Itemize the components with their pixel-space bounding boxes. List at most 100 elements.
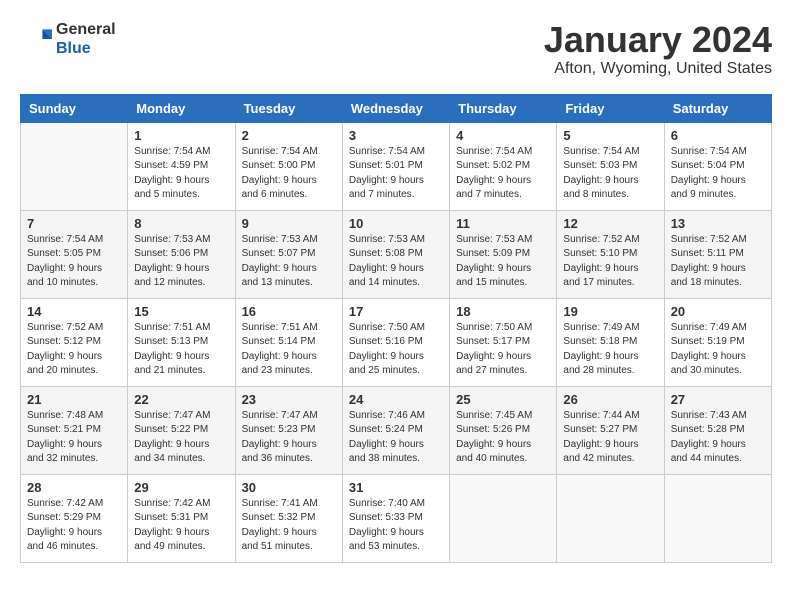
calendar-cell: 17Sunrise: 7:50 AMSunset: 5:16 PMDayligh… (342, 298, 449, 386)
day-number: 16 (242, 304, 336, 319)
day-number: 11 (456, 216, 550, 231)
calendar-cell: 11 Sunrise: 7:53 AMSunset: 5:09 PMDayligh… (450, 210, 557, 298)
day-number: 15 (134, 304, 228, 319)
weekday-header-tuesday: Tuesday (235, 94, 342, 122)
day-number: 5 (563, 128, 657, 143)
calendar-cell: 2 Sunrise: 7:54 AMSunset: 5:00 PMDaylight… (235, 122, 342, 210)
day-detail: Sunrise: 7:52 AMSunset: 5:11 PMDaylight:… (671, 233, 765, 291)
calendar-week-2: 7 Sunrise: 7:54 AMSunset: 5:05 PMDaylight… (21, 210, 772, 298)
day-detail: Sunrise: 7:54 AMSunset: 5:01 PMDaylight:… (349, 145, 443, 203)
day-number: 7 (27, 216, 121, 231)
day-number: 18 (456, 304, 550, 319)
calendar-cell (21, 122, 128, 210)
day-number: 22 (134, 392, 228, 407)
calendar-cell: 8 Sunrise: 7:53 AMSunset: 5:06 PMDaylight… (128, 210, 235, 298)
calendar-cell: 10Sunrise: 7:53 AMSunset: 5:08 PMDayligh… (342, 210, 449, 298)
calendar-cell: 4 Sunrise: 7:54 AMSunset: 5:02 PMDaylight… (450, 122, 557, 210)
logo-icon (20, 23, 52, 55)
day-detail: Sunrise: 7:54 AMSunset: 5:00 PMDaylight:… (242, 145, 336, 203)
calendar-week-3: 14 Sunrise: 7:52 AMSunset: 5:12 PMDayligh… (21, 298, 772, 386)
calendar-body: 1Sunrise: 7:54 AMSunset: 4:59 PMDaylight… (21, 122, 772, 562)
day-number: 25 (456, 392, 550, 407)
calendar-cell: 5 Sunrise: 7:54 AMSunset: 5:03 PMDaylight… (557, 122, 664, 210)
calendar-cell: 20 Sunrise: 7:49 AMSunset: 5:19 PMDayligh… (664, 298, 771, 386)
calendar-cell: 28 Sunrise: 7:42 AMSunset: 5:29 PMDayligh… (21, 474, 128, 562)
location-title: Afton, Wyoming, United States (544, 60, 772, 78)
day-detail: Sunrise: 7:54 AMSunset: 5:02 PMDaylight:… (456, 145, 550, 203)
month-title: January 2024 (544, 20, 772, 60)
day-detail: Sunrise: 7:43 AMSunset: 5:28 PMDaylight:… (671, 409, 765, 467)
day-detail: Sunrise: 7:53 AMSunset: 5:07 PMDaylight:… (242, 233, 336, 291)
day-detail: Sunrise: 7:42 AMSunset: 5:29 PMDaylight:… (27, 497, 121, 555)
day-detail: Sunrise: 7:53 AMSunset: 5:09 PMDaylight:… (456, 233, 550, 291)
day-number: 14 (27, 304, 121, 319)
day-detail: Sunrise: 7:54 AMSunset: 5:03 PMDaylight:… (563, 145, 657, 203)
calendar-cell (557, 474, 664, 562)
calendar-cell: 21 Sunrise: 7:48 AMSunset: 5:21 PMDayligh… (21, 386, 128, 474)
weekday-header-monday: Monday (128, 94, 235, 122)
day-detail: Sunrise: 7:45 AMSunset: 5:26 PMDaylight:… (456, 409, 550, 467)
calendar-cell: 13 Sunrise: 7:52 AMSunset: 5:11 PMDayligh… (664, 210, 771, 298)
calendar-cell: 3 Sunrise: 7:54 AMSunset: 5:01 PMDaylight… (342, 122, 449, 210)
weekday-header-friday: Friday (557, 94, 664, 122)
day-detail: Sunrise: 7:54 AMSunset: 5:05 PMDaylight:… (27, 233, 121, 291)
day-detail: Sunrise: 7:54 AMSunset: 5:04 PMDaylight:… (671, 145, 765, 203)
weekday-header-wednesday: Wednesday (342, 94, 449, 122)
calendar-cell: 22 Sunrise: 7:47 AMSunset: 5:22 PMDayligh… (128, 386, 235, 474)
calendar-cell: 29Sunrise: 7:42 AMSunset: 5:31 PMDayligh… (128, 474, 235, 562)
day-detail: Sunrise: 7:47 AMSunset: 5:23 PMDaylight:… (242, 409, 336, 467)
day-number: 13 (671, 216, 765, 231)
day-detail: Sunrise: 7:51 AMSunset: 5:13 PMDaylight:… (134, 321, 228, 379)
day-number: 24 (349, 392, 443, 407)
day-detail: Sunrise: 7:53 AMSunset: 5:08 PMDaylight:… (349, 233, 443, 291)
day-detail: Sunrise: 7:52 AMSunset: 5:10 PMDaylight:… (563, 233, 657, 291)
calendar-cell: 1Sunrise: 7:54 AMSunset: 4:59 PMDaylight… (128, 122, 235, 210)
day-number: 26 (563, 392, 657, 407)
day-number: 23 (242, 392, 336, 407)
day-detail: Sunrise: 7:51 AMSunset: 5:14 PMDaylight:… (242, 321, 336, 379)
day-number: 28 (27, 480, 121, 495)
day-number: 6 (671, 128, 765, 143)
logo-text: General Blue (56, 20, 116, 58)
day-detail: Sunrise: 7:49 AMSunset: 5:18 PMDaylight:… (563, 321, 657, 379)
day-number: 19 (563, 304, 657, 319)
day-detail: Sunrise: 7:49 AMSunset: 5:19 PMDaylight:… (671, 321, 765, 379)
day-detail: Sunrise: 7:52 AMSunset: 5:12 PMDaylight:… (27, 321, 121, 379)
day-number: 3 (349, 128, 443, 143)
day-number: 21 (27, 392, 121, 407)
day-detail: Sunrise: 7:54 AMSunset: 4:59 PMDaylight:… (134, 145, 228, 203)
weekday-header-saturday: Saturday (664, 94, 771, 122)
day-number: 20 (671, 304, 765, 319)
calendar-cell: 6 Sunrise: 7:54 AMSunset: 5:04 PMDaylight… (664, 122, 771, 210)
day-number: 9 (242, 216, 336, 231)
calendar-cell (664, 474, 771, 562)
calendar-week-5: 28 Sunrise: 7:42 AMSunset: 5:29 PMDayligh… (21, 474, 772, 562)
calendar-cell: 16 Sunrise: 7:51 AMSunset: 5:14 PMDayligh… (235, 298, 342, 386)
calendar-cell: 25 Sunrise: 7:45 AMSunset: 5:26 PMDayligh… (450, 386, 557, 474)
calendar-week-1: 1Sunrise: 7:54 AMSunset: 4:59 PMDaylight… (21, 122, 772, 210)
calendar-week-4: 21 Sunrise: 7:48 AMSunset: 5:21 PMDayligh… (21, 386, 772, 474)
logo: General Blue (20, 20, 116, 58)
day-detail: Sunrise: 7:48 AMSunset: 5:21 PMDaylight:… (27, 409, 121, 467)
day-detail: Sunrise: 7:46 AMSunset: 5:24 PMDaylight:… (349, 409, 443, 467)
calendar-cell: 14 Sunrise: 7:52 AMSunset: 5:12 PMDayligh… (21, 298, 128, 386)
day-number: 27 (671, 392, 765, 407)
day-number: 29 (134, 480, 228, 495)
weekday-header-thursday: Thursday (450, 94, 557, 122)
day-detail: Sunrise: 7:53 AMSunset: 5:06 PMDaylight:… (134, 233, 228, 291)
day-detail: Sunrise: 7:50 AMSunset: 5:17 PMDaylight:… (456, 321, 550, 379)
day-detail: Sunrise: 7:47 AMSunset: 5:22 PMDaylight:… (134, 409, 228, 467)
day-number: 8 (134, 216, 228, 231)
calendar-cell: 24 Sunrise: 7:46 AMSunset: 5:24 PMDayligh… (342, 386, 449, 474)
day-number: 12 (563, 216, 657, 231)
calendar-header: SundayMondayTuesdayWednesdayThursdayFrid… (21, 94, 772, 122)
day-number: 30 (242, 480, 336, 495)
day-detail: Sunrise: 7:40 AMSunset: 5:33 PMDaylight:… (349, 497, 443, 555)
day-number: 4 (456, 128, 550, 143)
calendar-cell: 18 Sunrise: 7:50 AMSunset: 5:17 PMDayligh… (450, 298, 557, 386)
day-number: 2 (242, 128, 336, 143)
day-number: 17 (349, 304, 443, 319)
day-detail: Sunrise: 7:41 AMSunset: 5:32 PMDaylight:… (242, 497, 336, 555)
day-detail: Sunrise: 7:44 AMSunset: 5:27 PMDaylight:… (563, 409, 657, 467)
day-number: 31 (349, 480, 443, 495)
